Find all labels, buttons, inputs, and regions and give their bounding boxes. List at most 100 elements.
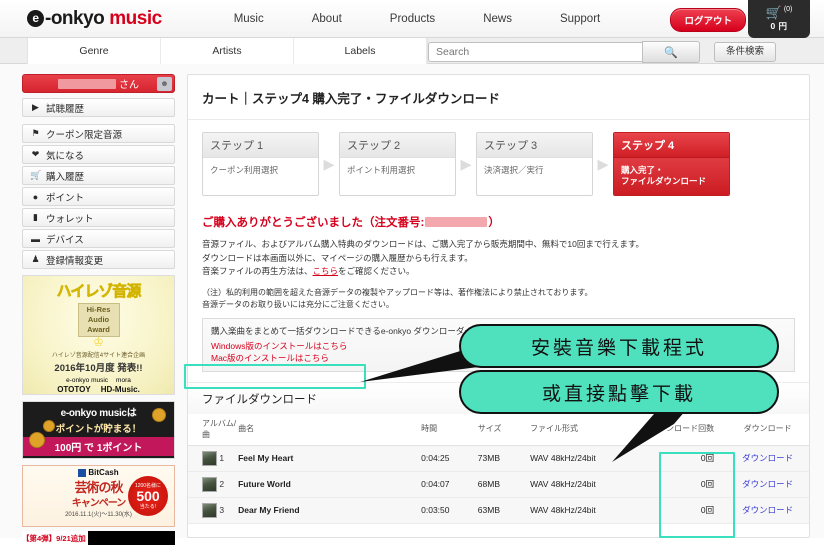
checkout-steps: ステップ 1 クーポン利用選択 ▸ ステップ 2 ポイント利用選択 ▸ ステップ…: [188, 120, 809, 206]
user-avatar-icon[interactable]: ☻: [157, 77, 172, 91]
banner-partner-logos-row2: OTOTOY HD-Music.: [57, 385, 140, 394]
badge-amount: 500: [136, 487, 160, 504]
track-download-cell: ダウンロード: [726, 445, 809, 472]
bitcash-date: 2016.11.1(火)～11.30(水): [65, 512, 132, 518]
col-time: 時間: [421, 413, 478, 446]
crown-icon: ♔: [93, 335, 104, 349]
search-button[interactable]: 🔍: [642, 41, 700, 63]
sidebar-item-favorites[interactable]: ❤ 気になる: [22, 145, 175, 164]
track-duration: 0:04:07: [421, 471, 478, 498]
track-format: WAV 48kHz/24bit: [530, 497, 644, 524]
banner-bitcash-campaign[interactable]: BitCash 芸術の秋 キャンペーン 2016.11.1(火)～11.30(水…: [22, 465, 175, 527]
badge-bottom-text: 当たる!: [139, 503, 157, 510]
banner-hires-title: ハイレゾ音源: [56, 283, 141, 301]
hi-res-award-icon: Hi-Res Audio Award: [77, 303, 120, 337]
search-area: 🔍 条件検索: [428, 41, 777, 63]
album-thumbnail-icon[interactable]: [202, 502, 217, 518]
sidebar-item-label: ウォレット: [46, 213, 94, 225]
track-title: Dear My Friend: [238, 497, 422, 524]
track-title: Feel My Heart: [238, 445, 422, 472]
advanced-search-button[interactable]: 条件検索: [714, 42, 777, 62]
track-size: 73MB: [477, 445, 531, 472]
award-line-3: Award: [87, 325, 110, 334]
coin-icon: [29, 432, 45, 448]
sidebar-item-purchase-history[interactable]: 🛒 購入履歴: [22, 166, 175, 185]
bitcash-subtitle: キャンペーン: [71, 498, 126, 509]
step-4-active[interactable]: ステップ 4 購入完了・ ファイルダウンロード: [613, 132, 730, 196]
album-thumbnail-icon[interactable]: [202, 450, 217, 466]
banner-points-line3: 100円 で 1ポイント: [23, 437, 174, 456]
desc-line-3: 音楽ファイルの再生方法は、こちらをご確認ください。: [202, 265, 795, 279]
step-arrow-icon: ▸: [460, 151, 472, 176]
track-format: WAV 48kHz/24bit: [530, 445, 644, 472]
track-size: 63MB: [477, 497, 531, 524]
track-index: 3: [219, 504, 225, 515]
redacted-order-number: [425, 217, 488, 227]
step-4-body: 購入完了・ ファイルダウンロード: [614, 158, 729, 195]
bitcash-square-icon: [78, 468, 87, 477]
step-arrow-icon: ▸: [323, 151, 335, 176]
purchase-thanks-message: ご購入ありがとうございました（注文番号: ）: [188, 206, 809, 230]
logout-button[interactable]: ログアウト: [670, 8, 746, 32]
step-2-heading: ステップ 2: [340, 133, 455, 158]
coin-icon: [43, 420, 55, 432]
user-name-bar[interactable]: さん ☻: [22, 74, 175, 93]
nav-item-support[interactable]: Support: [536, 13, 624, 25]
banner-partner-logos-row1: e-onkyo music mora: [66, 377, 131, 384]
sidebar-item-coupon[interactable]: ⚑ クーポン限定音源: [22, 124, 175, 143]
tab-artists[interactable]: Artists: [161, 37, 294, 64]
sidebar-item-devices[interactable]: ▬ デバイス: [22, 229, 175, 248]
desc-line-1: 音源ファイル、およびアルバム購入特典のダウンロードは、ご購入完了から販売期間中、…: [202, 239, 645, 249]
banner-hires-subtitle: ハイレゾ音源配信4サイト連合企画: [51, 353, 146, 359]
table-row: 2 Future World 0:04:07 68MB WAV 48kHz/24…: [188, 471, 809, 498]
cart-total-price: 0 円: [770, 21, 788, 31]
track-download-cell: ダウンロード: [726, 471, 809, 498]
download-link[interactable]: ダウンロード: [742, 453, 793, 463]
site-logo[interactable]: e -onkyo music: [27, 8, 162, 30]
search-input[interactable]: [428, 42, 642, 62]
download-link[interactable]: ダウンロード: [742, 505, 793, 515]
content-area: さん ☻ ▶ 試聴履歴 ⚑ クーポン限定音源 ❤ 気になる 🛒 購入履歴 ● ポ…: [0, 64, 824, 545]
logo-onkyo-text: -onkyo: [45, 7, 105, 29]
step-2-body: ポイント利用選択: [347, 165, 416, 175]
desc-line-3-suffix: をご確認ください。: [338, 266, 415, 276]
step-2[interactable]: ステップ 2 ポイント利用選択: [339, 132, 456, 196]
sidebar: さん ☻ ▶ 試聴履歴 ⚑ クーポン限定音源 ❤ 気になる 🛒 購入履歴 ● ポ…: [22, 74, 175, 545]
nav-item-music[interactable]: Music: [210, 13, 288, 25]
banner-points[interactable]: e-onkyo musicは ポイントが貯まる！ 100円 で 1ポイント: [22, 401, 175, 459]
banner-dan-strip[interactable]: 【第4弾】9/21追加: [22, 531, 175, 545]
sidebar-item-label: クーポン限定音源: [46, 129, 123, 141]
step-arrow-icon: ▸: [597, 151, 609, 176]
tab-genre[interactable]: Genre: [28, 37, 161, 64]
col-album: アルバム/曲: [188, 413, 239, 446]
bitcash-logo: BitCash: [78, 468, 119, 477]
annotation-bubble-install: 安裝音樂下載程式: [459, 324, 779, 368]
step-3[interactable]: ステップ 3 決済選択／実行: [476, 132, 593, 196]
tab-labels[interactable]: Labels: [294, 37, 427, 64]
sidebar-item-label: ポイント: [46, 192, 85, 204]
table-body: 1 Feel My Heart 0:04:25 73MB WAV 48kHz/2…: [188, 445, 809, 524]
playback-help-link[interactable]: こちら: [313, 266, 339, 276]
download-link[interactable]: ダウンロード: [742, 479, 793, 489]
sidebar-item-points[interactable]: ● ポイント: [22, 187, 175, 206]
track-title: Future World: [238, 471, 422, 498]
track-download-count: 0回: [643, 471, 727, 498]
step-1[interactable]: ステップ 1 クーポン利用選択: [202, 132, 319, 196]
wallet-icon: ▮: [33, 212, 38, 222]
banner-hires-audio[interactable]: ハイレゾ音源 Hi-Res Audio Award ♔ ハイレゾ音源配信4サイト…: [22, 275, 175, 395]
user-name-suffix: さん: [119, 80, 139, 91]
note-line-1: （注）私的利用の範囲を超えた音源データの複製やアップロード等は、著作権法により禁…: [202, 287, 593, 297]
page-root: e -onkyo music Music About Products News S…: [0, 0, 824, 545]
partner-logo-eonkyo: e-onkyo music: [66, 377, 109, 384]
sidebar-item-account-settings[interactable]: ♟ 登録情報変更: [22, 250, 175, 269]
nav-item-about[interactable]: About: [288, 13, 366, 25]
sidebar-item-wallet[interactable]: ▮ ウォレット: [22, 208, 175, 227]
sidebar-item-listening-history[interactable]: ▶ 試聴履歴: [22, 98, 175, 117]
step-1-heading: ステップ 1: [203, 133, 318, 158]
album-thumbnail-icon[interactable]: [202, 476, 217, 492]
cart-button[interactable]: 🛒 (0) 0 円: [748, 0, 810, 38]
nav-item-products[interactable]: Products: [366, 13, 459, 25]
banner-dan-blackbar: [87, 531, 175, 545]
nav-item-news[interactable]: News: [459, 13, 536, 25]
copyright-note: （注）私的利用の範囲を超えた音源データの複製やアップロード等は、著作権法により禁…: [188, 279, 809, 311]
